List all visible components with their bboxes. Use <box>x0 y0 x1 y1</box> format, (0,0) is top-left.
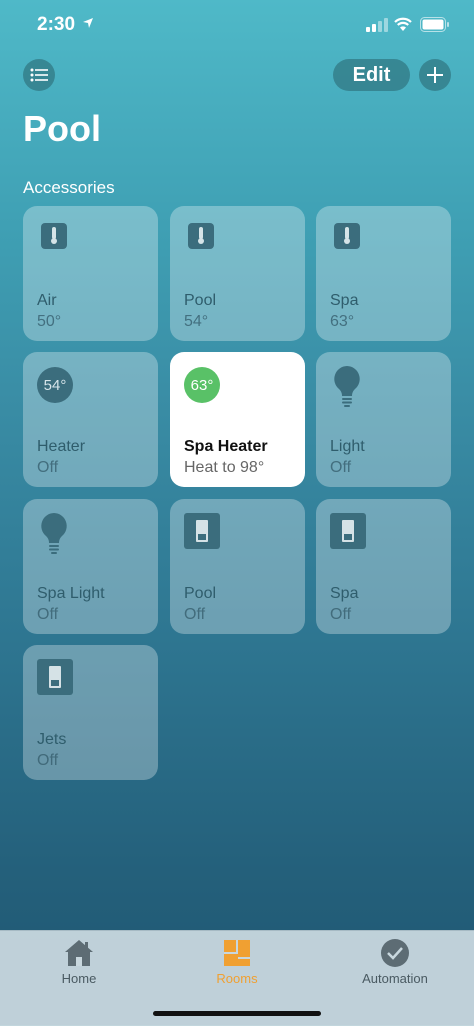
list-icon <box>30 68 48 82</box>
wifi-icon <box>394 17 412 31</box>
accessory-status: Off <box>37 752 59 769</box>
accessory-tile-spa-switch[interactable]: Spa Off <box>316 499 451 634</box>
cellular-signal-icon <box>366 18 388 32</box>
accessory-status: 54° <box>184 313 209 330</box>
add-button[interactable] <box>419 59 451 91</box>
status-time: 2:30 <box>37 14 76 35</box>
thermostat-icon: 54° <box>37 367 73 403</box>
accessory-status: Off <box>330 459 352 476</box>
accessory-tile-spa-heater[interactable]: 63° Spa Heater Heat to 98° <box>170 352 305 487</box>
accessory-name: Spa <box>330 585 359 602</box>
tab-label: Home <box>61 971 97 986</box>
switch-icon <box>184 513 220 549</box>
accessory-status: 63° <box>330 313 355 330</box>
list-menu-button[interactable] <box>23 59 55 91</box>
tab-automation[interactable]: Automation <box>335 931 455 1001</box>
accessory-tile-pool-switch[interactable]: Pool Off <box>170 499 305 634</box>
accessory-tile-spa-temp[interactable]: Spa 63° <box>316 206 451 341</box>
accessory-tile-light[interactable]: Light Off <box>316 352 451 487</box>
location-arrow-icon <box>83 18 93 28</box>
accessory-name: Heater <box>37 438 86 455</box>
tab-label: Automation <box>362 971 428 986</box>
accessory-tile-pool-temp[interactable]: Pool 54° <box>170 206 305 341</box>
accessory-status: Off <box>330 606 352 623</box>
accessory-tile-air[interactable]: Air 50° <box>23 206 158 341</box>
lightbulb-icon <box>41 513 67 554</box>
tab-home[interactable]: Home <box>19 931 139 1001</box>
home-indicator <box>153 1011 321 1016</box>
switch-icon <box>330 513 366 549</box>
accessory-tile-jets[interactable]: Jets Off <box>23 645 158 780</box>
tab-label: Rooms <box>216 971 258 986</box>
automation-icon <box>381 939 409 967</box>
thermostat-icon: 63° <box>184 367 220 403</box>
accessory-name: Spa Light <box>37 585 105 602</box>
accessory-tile-heater[interactable]: 54° Heater Off <box>23 352 158 487</box>
edit-button[interactable]: Edit <box>333 59 410 91</box>
accessory-status: Off <box>37 606 59 623</box>
battery-icon <box>420 17 449 32</box>
accessory-tile-spa-light[interactable]: Spa Light Off <box>23 499 158 634</box>
house-icon <box>65 940 93 966</box>
accessory-status: 50° <box>37 313 62 330</box>
accessory-name: Spa <box>330 292 359 309</box>
section-title: Accessories <box>23 178 115 197</box>
accessory-name: Air <box>37 292 57 309</box>
accessory-name: Spa Heater <box>184 438 268 455</box>
tab-rooms[interactable]: Rooms <box>177 931 297 1001</box>
page-title: Pool <box>23 108 101 149</box>
plus-icon <box>427 67 443 83</box>
thermometer-icon <box>334 223 360 249</box>
switch-icon <box>37 659 73 695</box>
thermometer-icon <box>41 223 67 249</box>
accessory-name: Light <box>330 438 365 455</box>
rooms-icon <box>224 940 250 966</box>
accessory-status: Off <box>184 606 206 623</box>
thermometer-icon <box>188 223 214 249</box>
accessory-name: Pool <box>184 292 217 309</box>
accessory-status: Heat to 98° <box>184 459 265 476</box>
accessory-name: Jets <box>37 731 67 748</box>
accessory-status: Off <box>37 459 59 476</box>
accessory-name: Pool <box>184 585 217 602</box>
status-bar: 2:30 <box>0 0 474 50</box>
lightbulb-icon <box>334 366 360 407</box>
